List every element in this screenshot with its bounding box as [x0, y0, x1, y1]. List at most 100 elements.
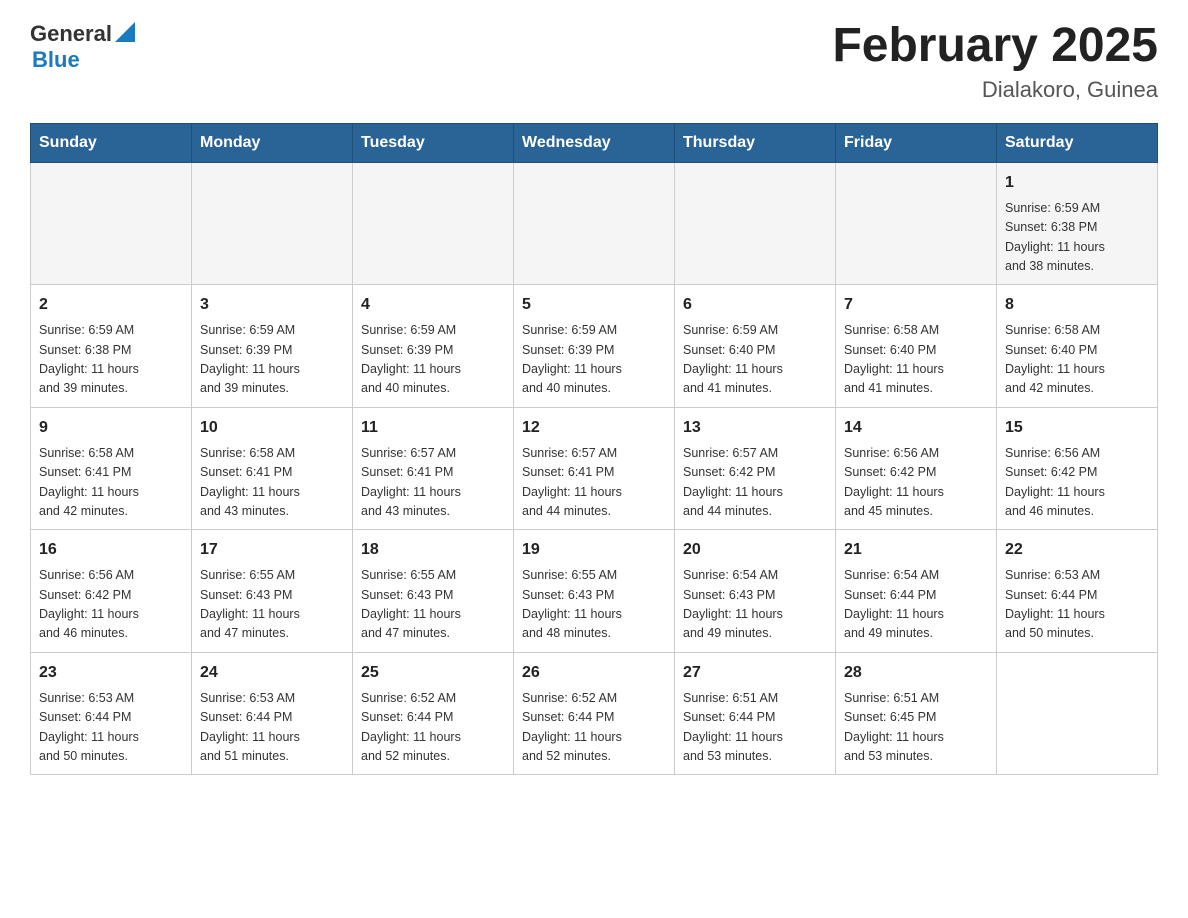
weekday-header-row: SundayMondayTuesdayWednesdayThursdayFrid…: [31, 123, 1158, 162]
calendar-cell: 10 Sunrise: 6:58 AM Sunset: 6:41 PM Dayli…: [192, 407, 353, 530]
week-row-2: 2 Sunrise: 6:59 AM Sunset: 6:38 PM Daylig…: [31, 285, 1158, 408]
calendar-cell: 26Sunrise: 6:52 AM Sunset: 6:44 PM Dayli…: [514, 652, 675, 775]
calendar-cell: 23 Sunrise: 6:53 AM Sunset: 6:44 PM Dayli…: [31, 652, 192, 775]
calendar-cell: 18 Sunrise: 6:55 AM Sunset: 6:43 PM Dayli…: [353, 530, 514, 653]
calendar-cell: 13 Sunrise: 6:57 AM Sunset: 6:42 PM Dayli…: [675, 407, 836, 530]
calendar-cell: 1 Sunrise: 6:59 AM Sunset: 6:38 PM Daylig…: [997, 162, 1158, 285]
calendar-cell: 12Sunrise: 6:57 AM Sunset: 6:41 PM Dayli…: [514, 407, 675, 530]
day-info: Sunrise: 6:56 AM Sunset: 6:42 PM Dayligh…: [39, 566, 183, 644]
day-info: Sunrise: 6:53 AM Sunset: 6:44 PM Dayligh…: [1005, 566, 1149, 644]
day-number: 25: [361, 661, 505, 685]
calendar-cell: [31, 162, 192, 285]
calendar-cell: 14 Sunrise: 6:56 AM Sunset: 6:42 PM Dayli…: [836, 407, 997, 530]
weekday-header-sunday: Sunday: [31, 123, 192, 162]
logo-triangle-icon: [115, 22, 135, 42]
calendar-cell: 8 Sunrise: 6:58 AM Sunset: 6:40 PM Daylig…: [997, 285, 1158, 408]
day-number: 15: [1005, 416, 1149, 440]
calendar-cell: 28 Sunrise: 6:51 AM Sunset: 6:45 PM Dayli…: [836, 652, 997, 775]
day-number: 27: [683, 661, 827, 685]
calendar-header: SundayMondayTuesdayWednesdayThursdayFrid…: [31, 123, 1158, 162]
calendar-body: 1 Sunrise: 6:59 AM Sunset: 6:38 PM Daylig…: [31, 162, 1158, 775]
day-number: 16: [39, 538, 183, 562]
day-info: Sunrise: 6:58 AM Sunset: 6:41 PM Dayligh…: [39, 444, 183, 522]
weekday-header-friday: Friday: [836, 123, 997, 162]
calendar-cell: 24 Sunrise: 6:53 AM Sunset: 6:44 PM Dayli…: [192, 652, 353, 775]
day-number: 13: [683, 416, 827, 440]
calendar-cell: 2 Sunrise: 6:59 AM Sunset: 6:38 PM Daylig…: [31, 285, 192, 408]
day-number: 14: [844, 416, 988, 440]
weekday-header-saturday: Saturday: [997, 123, 1158, 162]
day-info: Sunrise: 6:55 AM Sunset: 6:43 PM Dayligh…: [361, 566, 505, 644]
day-info: Sunrise: 6:57 AM Sunset: 6:41 PM Dayligh…: [361, 444, 505, 522]
calendar-cell: [675, 162, 836, 285]
calendar-cell: 9 Sunrise: 6:58 AM Sunset: 6:41 PM Daylig…: [31, 407, 192, 530]
day-info: Sunrise: 6:58 AM Sunset: 6:40 PM Dayligh…: [844, 321, 988, 399]
title-section: February 2025 Dialakoro, Guinea: [832, 20, 1158, 103]
day-info: Sunrise: 6:51 AM Sunset: 6:45 PM Dayligh…: [844, 689, 988, 767]
calendar-title: February 2025: [832, 20, 1158, 73]
weekday-header-monday: Monday: [192, 123, 353, 162]
page-header: General Blue February 2025 Dialakoro, Gu…: [30, 20, 1158, 103]
calendar-cell: [836, 162, 997, 285]
week-row-5: 23 Sunrise: 6:53 AM Sunset: 6:44 PM Dayli…: [31, 652, 1158, 775]
day-number: 3: [200, 293, 344, 317]
day-info: Sunrise: 6:53 AM Sunset: 6:44 PM Dayligh…: [200, 689, 344, 767]
day-info: Sunrise: 6:59 AM Sunset: 6:40 PM Dayligh…: [683, 321, 827, 399]
day-number: 11: [361, 416, 505, 440]
calendar-cell: 25 Sunrise: 6:52 AM Sunset: 6:44 PM Dayli…: [353, 652, 514, 775]
calendar-cell: 6Sunrise: 6:59 AM Sunset: 6:40 PM Daylig…: [675, 285, 836, 408]
day-info: Sunrise: 6:54 AM Sunset: 6:43 PM Dayligh…: [683, 566, 827, 644]
day-number: 26: [522, 661, 666, 685]
calendar-cell: 17 Sunrise: 6:55 AM Sunset: 6:43 PM Dayli…: [192, 530, 353, 653]
day-info: Sunrise: 6:59 AM Sunset: 6:39 PM Dayligh…: [522, 321, 666, 399]
calendar-cell: 27 Sunrise: 6:51 AM Sunset: 6:44 PM Dayli…: [675, 652, 836, 775]
calendar-cell: [997, 652, 1158, 775]
calendar-cell: 19 Sunrise: 6:55 AM Sunset: 6:43 PM Dayli…: [514, 530, 675, 653]
calendar-cell: 11 Sunrise: 6:57 AM Sunset: 6:41 PM Dayli…: [353, 407, 514, 530]
calendar-cell: 20Sunrise: 6:54 AM Sunset: 6:43 PM Dayli…: [675, 530, 836, 653]
day-number: 19: [522, 538, 666, 562]
calendar-cell: [353, 162, 514, 285]
day-number: 17: [200, 538, 344, 562]
day-info: Sunrise: 6:55 AM Sunset: 6:43 PM Dayligh…: [200, 566, 344, 644]
day-number: 1: [1005, 171, 1149, 195]
logo-general-text: General: [30, 21, 112, 47]
day-info: Sunrise: 6:58 AM Sunset: 6:40 PM Dayligh…: [1005, 321, 1149, 399]
week-row-3: 9 Sunrise: 6:58 AM Sunset: 6:41 PM Daylig…: [31, 407, 1158, 530]
day-info: Sunrise: 6:59 AM Sunset: 6:38 PM Dayligh…: [39, 321, 183, 399]
day-info: Sunrise: 6:52 AM Sunset: 6:44 PM Dayligh…: [361, 689, 505, 767]
logo-blue-text: Blue: [32, 47, 80, 72]
day-number: 7: [844, 293, 988, 317]
day-info: Sunrise: 6:53 AM Sunset: 6:44 PM Dayligh…: [39, 689, 183, 767]
day-number: 5: [522, 293, 666, 317]
day-number: 9: [39, 416, 183, 440]
day-info: Sunrise: 6:57 AM Sunset: 6:42 PM Dayligh…: [683, 444, 827, 522]
day-info: Sunrise: 6:58 AM Sunset: 6:41 PM Dayligh…: [200, 444, 344, 522]
day-number: 23: [39, 661, 183, 685]
weekday-header-thursday: Thursday: [675, 123, 836, 162]
calendar-table: SundayMondayTuesdayWednesdayThursdayFrid…: [30, 123, 1158, 776]
day-info: Sunrise: 6:55 AM Sunset: 6:43 PM Dayligh…: [522, 566, 666, 644]
day-number: 10: [200, 416, 344, 440]
day-number: 28: [844, 661, 988, 685]
weekday-header-tuesday: Tuesday: [353, 123, 514, 162]
day-info: Sunrise: 6:56 AM Sunset: 6:42 PM Dayligh…: [1005, 444, 1149, 522]
week-row-1: 1 Sunrise: 6:59 AM Sunset: 6:38 PM Daylig…: [31, 162, 1158, 285]
calendar-cell: 7 Sunrise: 6:58 AM Sunset: 6:40 PM Daylig…: [836, 285, 997, 408]
day-info: Sunrise: 6:59 AM Sunset: 6:38 PM Dayligh…: [1005, 199, 1149, 277]
logo: General Blue: [30, 20, 135, 73]
day-number: 2: [39, 293, 183, 317]
calendar-cell: 15 Sunrise: 6:56 AM Sunset: 6:42 PM Dayli…: [997, 407, 1158, 530]
day-info: Sunrise: 6:59 AM Sunset: 6:39 PM Dayligh…: [200, 321, 344, 399]
day-info: Sunrise: 6:59 AM Sunset: 6:39 PM Dayligh…: [361, 321, 505, 399]
calendar-cell: 16 Sunrise: 6:56 AM Sunset: 6:42 PM Dayli…: [31, 530, 192, 653]
calendar-cell: 21Sunrise: 6:54 AM Sunset: 6:44 PM Dayli…: [836, 530, 997, 653]
day-info: Sunrise: 6:56 AM Sunset: 6:42 PM Dayligh…: [844, 444, 988, 522]
day-number: 4: [361, 293, 505, 317]
day-number: 24: [200, 661, 344, 685]
day-info: Sunrise: 6:54 AM Sunset: 6:44 PM Dayligh…: [844, 566, 988, 644]
day-number: 8: [1005, 293, 1149, 317]
day-info: Sunrise: 6:57 AM Sunset: 6:41 PM Dayligh…: [522, 444, 666, 522]
day-info: Sunrise: 6:51 AM Sunset: 6:44 PM Dayligh…: [683, 689, 827, 767]
day-number: 18: [361, 538, 505, 562]
